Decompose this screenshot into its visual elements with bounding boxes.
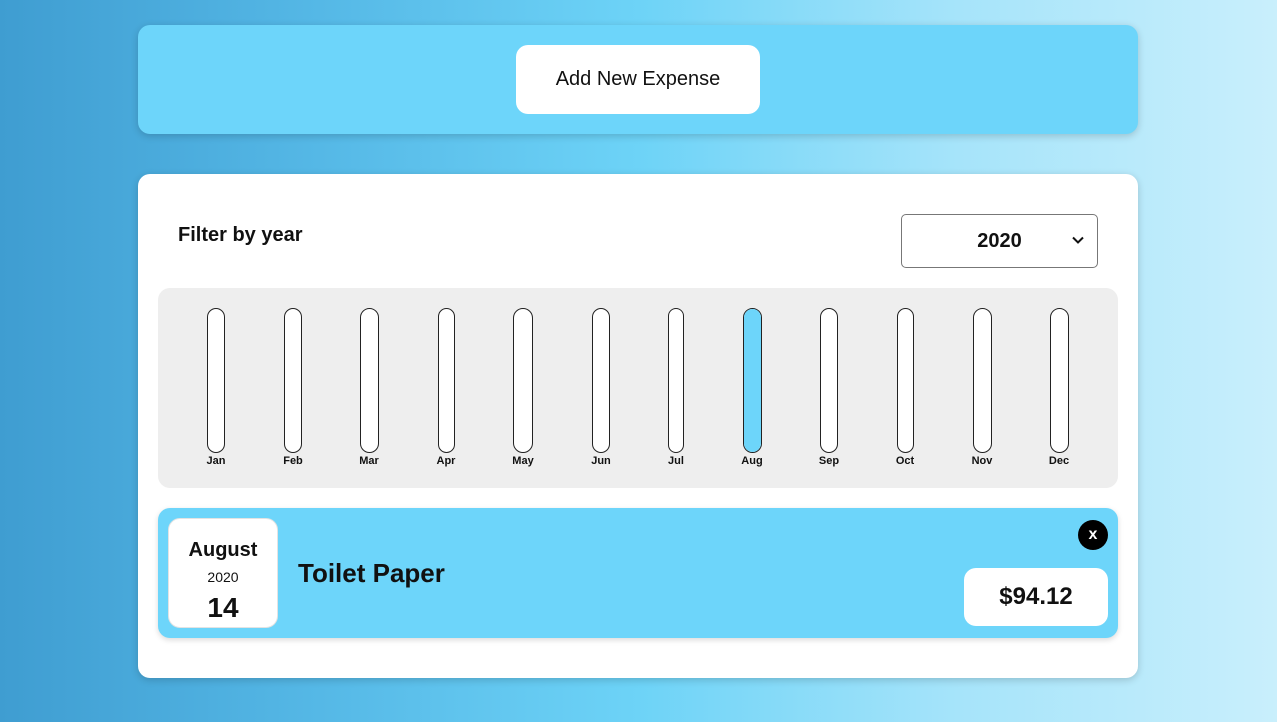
chart-bar-mar — [359, 308, 379, 453]
chart-bar-aug — [742, 308, 762, 453]
chart-bar-nov — [972, 308, 992, 453]
new-expense-panel: Add New Expense — [138, 25, 1138, 134]
chart-bar-apr — [437, 308, 455, 453]
chart-bar-sep — [820, 308, 838, 453]
chart-bar-jun — [592, 308, 610, 453]
selected-year: 2020 — [977, 229, 1022, 252]
add-new-expense-button[interactable]: Add New Expense — [516, 45, 760, 114]
chart-bar-label-nov: Nov — [971, 455, 993, 467]
chart-bar-may — [513, 308, 533, 453]
expense-date-day: 14 — [207, 592, 239, 623]
chart-bar-label-oct: Oct — [895, 455, 915, 467]
chart-bar-oct — [896, 308, 914, 453]
expense-item: August 2020 14 Toilet Paper x $94.12 — [158, 508, 1118, 638]
chart-bar-label-mar: Mar — [359, 455, 379, 467]
expense-title: Toilet Paper — [298, 558, 445, 588]
expenses-chart: Jan Feb Mar Apr May Jun Jul Aug Sep Oct Nov Dec — [158, 288, 1118, 488]
chart-bar-label-apr: Apr — [436, 455, 456, 467]
chart-bar-fill-aug — [743, 309, 761, 452]
chart-bar-dec — [1049, 308, 1069, 453]
chevron-down-icon — [1072, 236, 1084, 244]
expense-date-year: 2020 — [207, 569, 239, 585]
chart-bar-jul — [668, 308, 684, 453]
chart-bar-feb — [284, 308, 302, 453]
expense-date: August 2020 14 — [168, 518, 278, 628]
filter-label: Filter by year — [178, 224, 303, 246]
chart-bar-label-may: May — [512, 455, 534, 467]
chart-bar-label-aug: Aug — [741, 455, 763, 467]
chart-bar-label-jan: Jan — [206, 455, 226, 467]
year-select[interactable]: 2020 — [901, 214, 1098, 268]
chart-bar-label-jul: Jul — [668, 455, 684, 467]
delete-expense-button[interactable]: x — [1078, 520, 1108, 550]
expense-amount: $94.12 — [964, 568, 1108, 626]
expenses-panel: Filter by year 2020 Jan Feb Mar Apr May Jun Ju… — [138, 174, 1138, 678]
expense-date-month: August — [188, 539, 258, 561]
chart-bar-jan — [207, 308, 225, 453]
chart-bar-label-sep: Sep — [818, 455, 840, 467]
chart-bar-label-jun: Jun — [591, 455, 611, 467]
chart-bar-label-feb: Feb — [283, 455, 303, 467]
chart-bar-label-dec: Dec — [1048, 455, 1070, 467]
